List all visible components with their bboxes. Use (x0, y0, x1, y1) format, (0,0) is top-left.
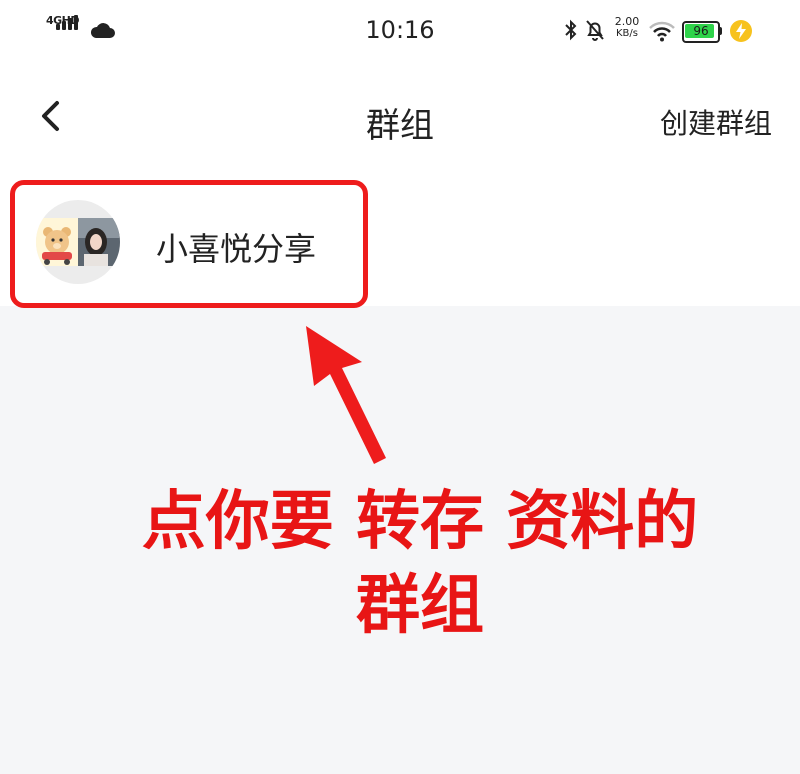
battery-icon: 96 (682, 21, 722, 43)
speed-unit: KB/s (616, 28, 638, 39)
network-speed: 2.00 KB/s (610, 16, 644, 40)
create-group-button[interactable]: 创建群组 (660, 102, 772, 142)
charging-icon (730, 20, 752, 42)
status-bar: 4GHD 10:16 2.00 KB/s (0, 0, 800, 64)
highlight-box (10, 180, 368, 308)
instruction-text: 点你要 转存 资料的 群组 (60, 480, 780, 648)
header: 群组 创建群组 (0, 64, 800, 166)
speed-value: 2.00 (614, 15, 640, 28)
battery-percent: 96 (693, 24, 709, 38)
arrow-up-icon (306, 326, 386, 464)
instruction-line-1: 点你要 转存 资料的 (141, 485, 699, 559)
bluetooth-icon (565, 19, 577, 41)
bell-off-icon (586, 20, 604, 41)
instruction-line-2: 群组 (356, 569, 484, 643)
wifi-icon (649, 21, 675, 42)
